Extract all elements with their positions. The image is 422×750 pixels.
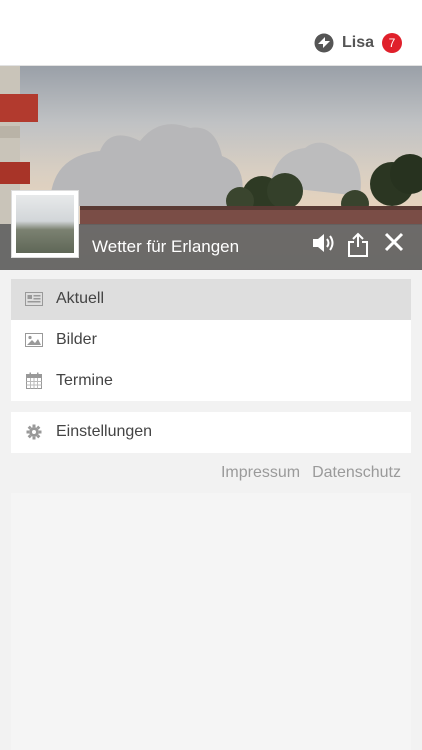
feed-title: Wetter für Erlangen xyxy=(92,237,240,256)
close-icon xyxy=(384,232,404,252)
menu-item-label: Bilder xyxy=(56,331,97,349)
gear-icon xyxy=(25,423,43,441)
settings-menu: Einstellungen xyxy=(11,412,411,453)
menu-item-label: Einstellungen xyxy=(56,423,153,441)
top-bar: Lisa 7 xyxy=(0,0,422,66)
menu-item-bilder[interactable]: Bilder xyxy=(11,320,411,361)
user-profile[interactable]: Lisa 7 xyxy=(314,33,402,53)
user-name: Lisa xyxy=(341,34,374,51)
footer-links: Impressum Datenschutz xyxy=(221,464,401,482)
newspaper-icon xyxy=(25,290,43,308)
main-menu: Aktuell Bilder Termine xyxy=(11,279,411,402)
feed-thumbnail xyxy=(11,190,79,258)
impressum-link[interactable]: Impressum xyxy=(221,464,300,482)
share-icon xyxy=(348,232,368,257)
thumbnail-image xyxy=(16,195,74,253)
datenschutz-link[interactable]: Datenschutz xyxy=(312,464,401,482)
image-icon xyxy=(25,331,43,349)
speaker-icon xyxy=(313,234,334,252)
content-area xyxy=(11,493,411,750)
share-button[interactable] xyxy=(347,232,377,262)
notification-badge[interactable]: 7 xyxy=(382,33,402,53)
menu-item-label: Aktuell xyxy=(56,290,105,308)
menu-item-termine[interactable]: Termine xyxy=(11,360,411,401)
hero-banner: Wetter für Erlangen xyxy=(0,66,422,270)
speaker-button[interactable] xyxy=(311,232,341,262)
menu-item-aktuell[interactable]: Aktuell xyxy=(11,279,411,320)
close-button[interactable] xyxy=(384,232,414,262)
menu-item-einstellungen[interactable]: Einstellungen xyxy=(11,412,411,453)
calendar-icon xyxy=(25,372,43,390)
app-logo-icon xyxy=(314,33,334,53)
menu-item-label: Termine xyxy=(56,371,113,389)
